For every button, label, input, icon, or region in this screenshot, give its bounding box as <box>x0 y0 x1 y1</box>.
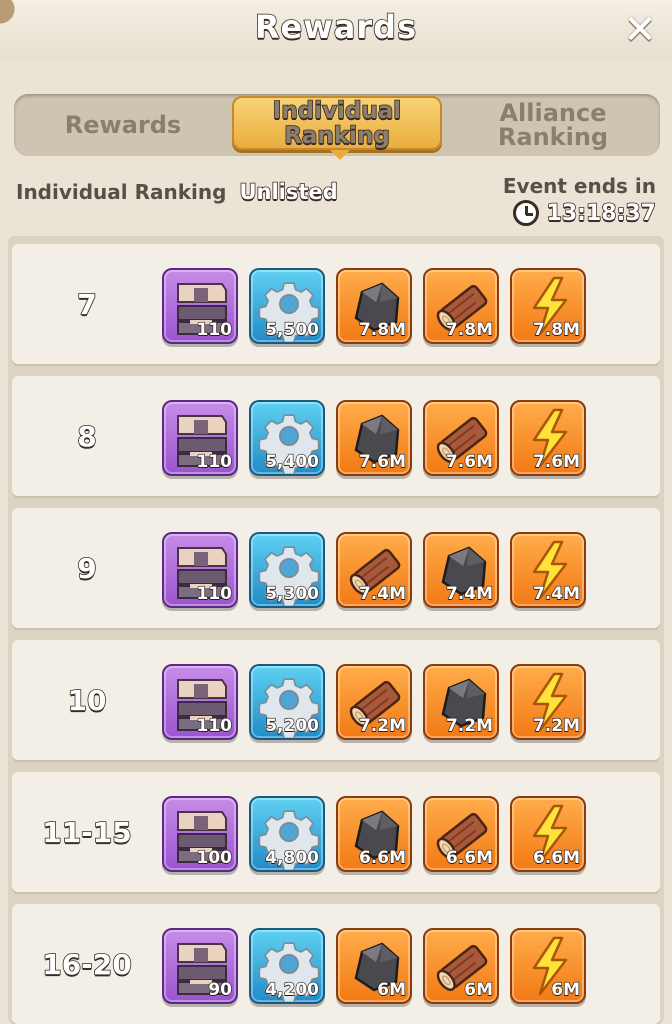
tab-individual-label-line1: Individual <box>272 98 402 124</box>
tab-bar: Rewards Individual Ranking Alliance Rank… <box>14 94 660 160</box>
reward-item[interactable]: 5,400 <box>249 400 325 476</box>
reward-quantity: 5,400 <box>265 451 320 472</box>
reward-item[interactable]: 110 <box>162 268 238 344</box>
tab-alliance-label-line2: Ranking <box>497 123 609 151</box>
reward-quantity: 110 <box>196 715 233 736</box>
reward-item[interactable]: 7.6M <box>423 400 499 476</box>
reward-item[interactable]: 100 <box>162 796 238 872</box>
rank-label: 10 <box>67 683 108 718</box>
table-row: 8 110 5,400 7.6M 7.6M 7.6M <box>12 376 660 496</box>
tab-rewards[interactable]: Rewards <box>14 94 232 156</box>
reward-item[interactable]: 7.8M <box>336 268 412 344</box>
reward-item[interactable]: 5,500 <box>249 268 325 344</box>
close-icon: ✕ <box>623 7 657 53</box>
table-row: 9 110 5,300 7.4M 7.4M 7.4M <box>12 508 660 628</box>
reward-item[interactable]: 7.8M <box>423 268 499 344</box>
reward-item[interactable]: 90 <box>162 928 238 1004</box>
reward-quantity: 90 <box>208 979 233 1000</box>
reward-item[interactable]: 7.2M <box>510 664 586 740</box>
reward-quantity: 5,500 <box>265 319 320 340</box>
reward-quantity: 5,300 <box>265 583 320 604</box>
event-timer: 13:18:37 <box>512 200 657 227</box>
tab-individual-ranking[interactable]: Individual Ranking <box>232 96 442 160</box>
event-timer-value: 13:18:37 <box>546 200 657 227</box>
page-title: Rewards <box>254 7 418 47</box>
rewards-list[interactable]: 7 110 5,500 7.8M 7.8M 7.8M 8 110 5,400 7.6M 7.6M 7.… <box>8 236 664 1024</box>
reward-item[interactable]: 6.6M <box>336 796 412 872</box>
reward-item[interactable]: 7.4M <box>510 532 586 608</box>
reward-quantity: 6.6M <box>445 847 493 868</box>
table-row: 11-15 100 4,800 6.6M 6.6M 6.6M <box>12 772 660 892</box>
reward-quantity: 7.8M <box>532 319 580 340</box>
reward-item[interactable]: 4,200 <box>249 928 325 1004</box>
reward-item[interactable]: 7.8M <box>510 268 586 344</box>
reward-quantity: 7.2M <box>445 715 493 736</box>
reward-quantity: 7.6M <box>358 451 406 472</box>
reward-quantity: 7.4M <box>445 583 493 604</box>
rank-label: 16-20 <box>41 947 132 982</box>
reward-item[interactable]: 5,300 <box>249 532 325 608</box>
reward-item[interactable]: 110 <box>162 532 238 608</box>
reward-quantity: 6M <box>377 979 407 1000</box>
reward-quantity: 100 <box>196 847 233 868</box>
tab-rewards-label: Rewards <box>64 111 182 139</box>
table-row: 16-20 90 4,200 6M 6M 6M <box>12 904 660 1024</box>
event-ends-label: Event ends in <box>502 174 656 198</box>
reward-item[interactable]: 7.4M <box>336 532 412 608</box>
reward-item[interactable]: 7.6M <box>336 400 412 476</box>
tab-individual-label-line2: Ranking <box>283 123 390 149</box>
reward-quantity: 7.2M <box>358 715 406 736</box>
reward-item[interactable]: 7.6M <box>510 400 586 476</box>
reward-quantity: 6M <box>551 979 581 1000</box>
ranking-status-label: Individual Ranking <box>16 180 227 204</box>
reward-item[interactable]: 4,800 <box>249 796 325 872</box>
tab-alliance-ranking[interactable]: Alliance Ranking <box>446 94 660 156</box>
rank-label: 8 <box>76 419 97 454</box>
header-bar: Rewards ✕ <box>0 0 672 90</box>
clock-icon <box>512 200 539 226</box>
reward-quantity: 7.6M <box>445 451 493 472</box>
reward-item[interactable]: 6M <box>336 928 412 1004</box>
reward-quantity: 5,200 <box>265 715 320 736</box>
ranking-status-value: Unlisted <box>239 179 339 205</box>
reward-quantity: 110 <box>196 451 233 472</box>
reward-quantity: 110 <box>196 319 233 340</box>
reward-quantity: 6M <box>464 979 494 1000</box>
table-row: 10 110 5,200 7.2M 7.2M 7.2M <box>12 640 660 760</box>
reward-quantity: 4,800 <box>265 847 320 868</box>
reward-quantity: 7.4M <box>358 583 406 604</box>
reward-item[interactable]: 6.6M <box>423 796 499 872</box>
rank-label: 7 <box>76 287 97 322</box>
reward-item[interactable]: 6.6M <box>510 796 586 872</box>
reward-item[interactable]: 5,200 <box>249 664 325 740</box>
reward-quantity: 7.6M <box>532 451 580 472</box>
reward-quantity: 7.2M <box>532 715 580 736</box>
reward-item[interactable]: 110 <box>162 664 238 740</box>
reward-item[interactable]: 110 <box>162 400 238 476</box>
reward-quantity: 7.4M <box>532 583 580 604</box>
reward-quantity: 4,200 <box>265 979 320 1000</box>
rank-label: 9 <box>76 551 97 586</box>
reward-quantity: 6.6M <box>532 847 580 868</box>
rank-label: 11-15 <box>41 815 132 850</box>
reward-item[interactable]: 6M <box>510 928 586 1004</box>
reward-item[interactable]: 7.4M <box>423 532 499 608</box>
reward-quantity: 7.8M <box>445 319 493 340</box>
reward-item[interactable]: 6M <box>423 928 499 1004</box>
ranking-status: Individual Ranking Unlisted <box>16 179 339 205</box>
reward-quantity: 110 <box>196 583 233 604</box>
reward-item[interactable]: 7.2M <box>336 664 412 740</box>
reward-item[interactable]: 7.2M <box>423 664 499 740</box>
close-button[interactable]: ✕ <box>618 8 662 52</box>
reward-quantity: 6.6M <box>358 847 406 868</box>
table-row: 7 110 5,500 7.8M 7.8M 7.8M <box>12 244 660 364</box>
reward-quantity: 7.8M <box>358 319 406 340</box>
